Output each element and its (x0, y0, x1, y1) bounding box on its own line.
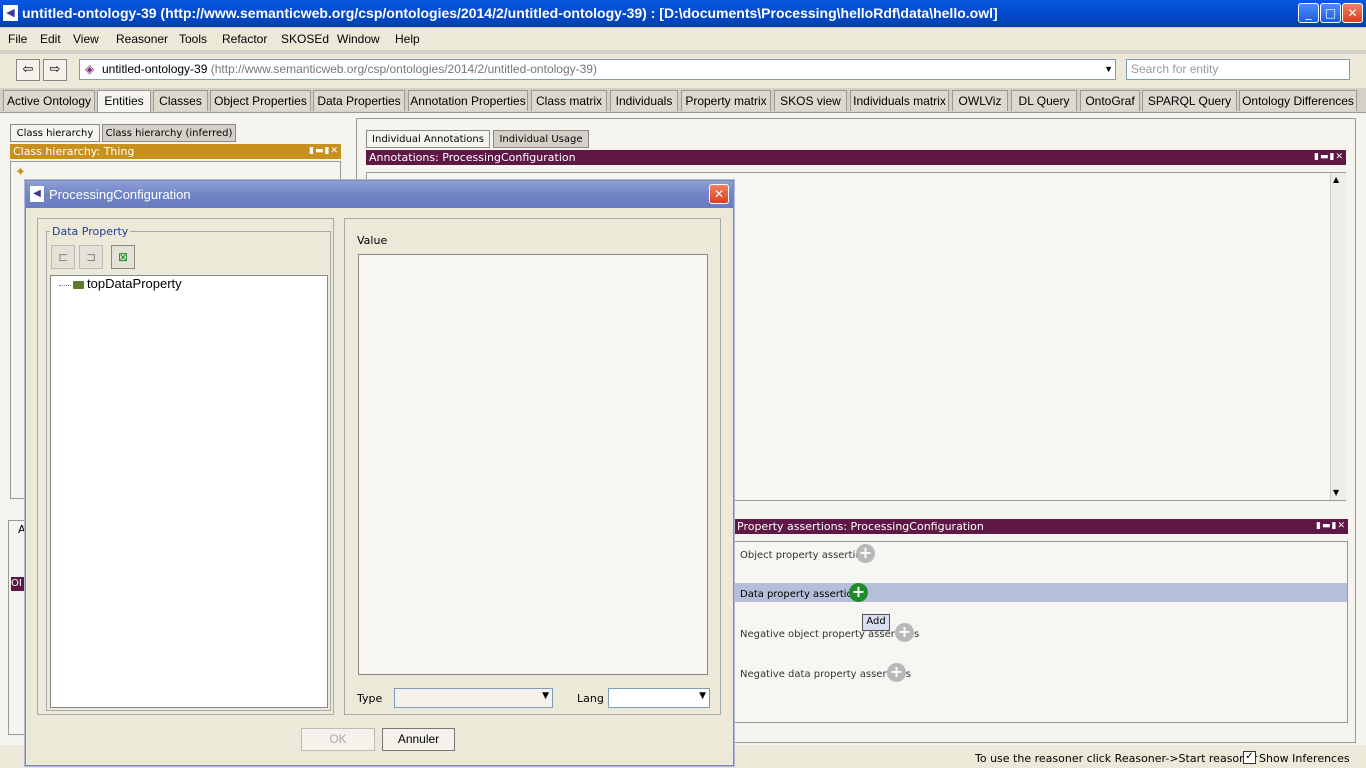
negative-data-property-assertions-label: Negative data property assertions (740, 669, 911, 680)
forward-button[interactable]: ⇨ (43, 59, 67, 81)
dialog-title-bar: ◀ ProcessingConfiguration ✕ (26, 181, 733, 208)
add-data-property-assertion-icon[interactable]: + (849, 583, 868, 602)
tree-item-top-data-property[interactable]: topDataProperty (87, 276, 182, 291)
value-textarea[interactable] (358, 254, 708, 675)
menu-reasoner[interactable]: Reasoner (116, 32, 168, 46)
close-window-button[interactable]: ✕ (1342, 3, 1363, 23)
scrollbar[interactable]: ▲ ▼ (1330, 173, 1346, 500)
protege-logo-icon: ◀ (30, 186, 44, 202)
tab-active-ontology[interactable]: Active Ontology (3, 90, 95, 111)
maximize-button[interactable]: □ (1320, 3, 1341, 23)
tab-property-matrix[interactable]: Property matrix (681, 90, 771, 111)
value-panel: Value Type ▼ Lang ▼ (344, 218, 721, 715)
chevron-down-icon: ▼ (542, 691, 549, 701)
tab-classes[interactable]: Classes (153, 90, 208, 111)
data-property-icon (73, 281, 84, 289)
menu-refactor[interactable]: Refactor (222, 32, 267, 46)
tab-ontograf[interactable]: OntoGraf (1080, 90, 1140, 111)
tab-data-properties[interactable]: Data Properties (313, 90, 405, 111)
window-title-bar: ◀ untitled-ontology-39 (http://www.seman… (0, 0, 1366, 27)
type-select[interactable]: ▼ (394, 688, 553, 708)
tab-sparql-query[interactable]: SPARQL Query (1142, 90, 1237, 111)
show-inferences-checkbox[interactable]: ✓ (1243, 751, 1256, 764)
add-negative-data-property-assertion-icon[interactable]: + (887, 663, 906, 682)
add-object-property-assertion-icon[interactable]: + (856, 544, 875, 563)
navigation-toolbar: ⇦ ⇨ ◈ untitled-ontology-39 (http://www.s… (0, 54, 1366, 88)
subtab-class-hierarchy[interactable]: Class hierarchy (10, 124, 100, 142)
class-hierarchy-view-header: Class hierarchy: Thing ▮▬▮✕ (10, 144, 341, 159)
active-ontology-selector[interactable]: ◈ untitled-ontology-39 (http://www.seman… (79, 59, 1116, 80)
subtab-class-hierarchy-inferred[interactable]: Class hierarchy (inferred) (102, 124, 236, 142)
annotations-view-title: Annotations: ProcessingConfiguration (369, 151, 576, 164)
menu-view[interactable]: View (73, 32, 99, 46)
ontology-icon: ◈ (85, 62, 95, 76)
tree-connector (59, 285, 71, 286)
property-assertions-list: Object property assertions + Data proper… (734, 541, 1348, 723)
chevron-down-icon: ▼ (699, 691, 706, 701)
menu-window[interactable]: Window (337, 32, 380, 46)
data-property-tree: topDataProperty (50, 275, 328, 708)
view-controls-icon[interactable]: ▮▬▮✕ (1316, 519, 1346, 534)
add-sub-property-icon[interactable]: ⊏ (51, 245, 75, 269)
protege-logo-icon: ◀ (3, 5, 18, 21)
window-title: untitled-ontology-39 (http://www.semanti… (22, 5, 998, 21)
menu-skosed[interactable]: SKOSEd (281, 32, 329, 46)
property-assertions-view-title: Property assertions: ProcessingConfigura… (737, 520, 984, 533)
ontology-name: untitled-ontology-39 (102, 62, 211, 76)
scroll-down-icon[interactable]: ▼ (1333, 488, 1339, 497)
menu-edit[interactable]: Edit (40, 32, 61, 46)
delete-property-icon[interactable]: ⊠ (111, 245, 135, 269)
value-label: Value (357, 234, 388, 247)
tab-class-matrix[interactable]: Class matrix (531, 90, 607, 111)
tab-individuals[interactable]: Individuals (610, 90, 678, 111)
menu-bar: File Edit View Reasoner Tools Refactor S… (0, 28, 1366, 50)
type-label: Type (357, 692, 383, 705)
object-property-assertions-label: Object property assertions (740, 550, 873, 561)
show-inferences-label: Show Inferences (1259, 752, 1350, 765)
dialog-close-button[interactable]: ✕ (709, 184, 729, 204)
ok-button[interactable]: OK (301, 728, 375, 751)
class-hierarchy-view-title: Class hierarchy: Thing (13, 145, 135, 158)
chevron-down-icon: ▼ (1104, 64, 1113, 74)
lang-select[interactable]: ▼ (608, 688, 710, 708)
tab-dl-query[interactable]: DL Query (1011, 90, 1077, 111)
minimize-button[interactable]: _ (1298, 3, 1319, 23)
data-property-label: Data Property (50, 225, 131, 238)
data-property-assertions-label: Data property assertions (740, 589, 865, 600)
menu-tools[interactable]: Tools (179, 32, 207, 46)
tab-individuals-matrix[interactable]: Individuals matrix (850, 90, 949, 111)
subtab-individual-usage[interactable]: Individual Usage (493, 130, 589, 148)
menu-help[interactable]: Help (395, 32, 420, 46)
annotations-view-header: Annotations: ProcessingConfiguration ▮▬▮… (366, 150, 1346, 165)
menu-file[interactable]: File (8, 32, 27, 46)
entity-search-input[interactable]: Search for entity (1126, 59, 1350, 80)
back-button[interactable]: ⇦ (16, 59, 40, 81)
tab-entities[interactable]: Entities (97, 90, 151, 112)
cancel-button[interactable]: Annuler (382, 728, 455, 751)
add-sibling-property-icon[interactable]: ⊐ (79, 245, 103, 269)
data-property-assertion-dialog: ◀ ProcessingConfiguration ✕ Data Propert… (25, 180, 734, 766)
tab-annotation-properties[interactable]: Annotation Properties (408, 90, 528, 111)
view-controls-icon[interactable]: ▮▬▮✕ (1314, 150, 1344, 165)
view-controls-icon[interactable]: ▮▬▮✕ (309, 144, 339, 159)
tab-ontology-differences[interactable]: Ontology Differences (1239, 90, 1357, 111)
property-assertions-view-header: Property assertions: ProcessingConfigura… (734, 519, 1348, 534)
add-negative-object-property-assertion-icon[interactable]: + (895, 623, 914, 642)
scroll-up-icon[interactable]: ▲ (1333, 175, 1339, 184)
dialog-title: ProcessingConfiguration (49, 187, 191, 202)
tab-owlviz[interactable]: OWLViz (952, 90, 1008, 111)
data-property-panel: Data Property ⊏ ⊐ ⊠ topDataProperty (37, 218, 334, 715)
lang-label: Lang (577, 692, 604, 705)
reasoner-status-message: To use the reasoner click Reasoner->Star… (975, 752, 1258, 765)
negative-object-property-assertions-label: Negative object property assertions (740, 629, 920, 640)
ontology-iri: (http://www.semanticweb.org/csp/ontologi… (210, 62, 597, 76)
tab-object-properties[interactable]: Object Properties (210, 90, 311, 111)
tab-skos-view[interactable]: SKOS view (774, 90, 847, 111)
subtab-individual-annotations[interactable]: Individual Annotations (366, 130, 490, 148)
workspace-tabs: Active Ontology Entities Classes Object … (0, 90, 1366, 112)
